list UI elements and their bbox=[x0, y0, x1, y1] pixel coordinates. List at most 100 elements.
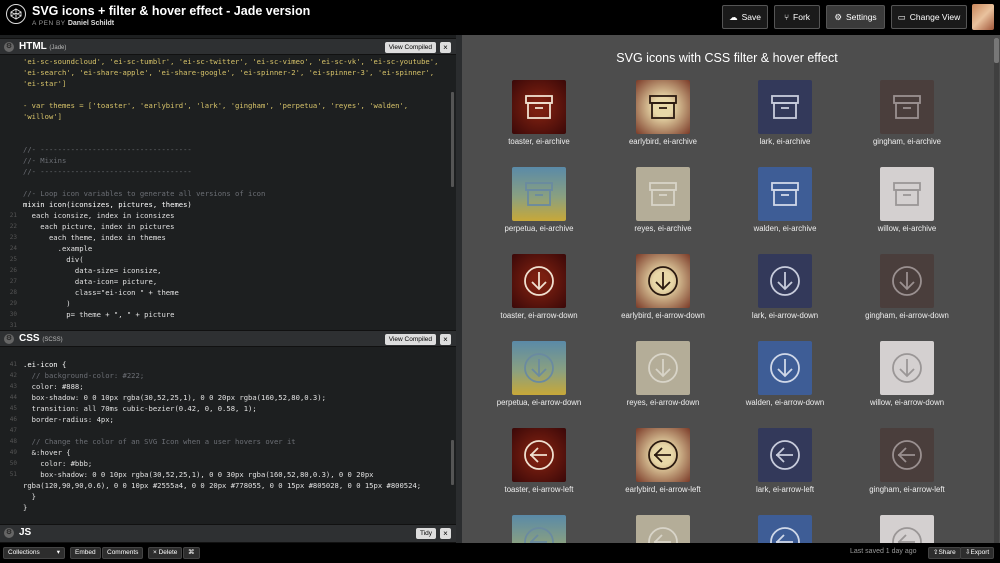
gear-icon: ⚙ bbox=[834, 11, 842, 22]
icon-tile-label: lark, ei-arrow-down bbox=[751, 311, 819, 320]
html-close-icon[interactable]: × bbox=[440, 42, 451, 53]
code-line: //- ----------------------------------- bbox=[0, 166, 456, 177]
save-button[interactable]: ☁ Save bbox=[722, 5, 768, 29]
share-button[interactable]: ⇪Share bbox=[928, 547, 961, 559]
collections-dropdown[interactable]: Collections ▾ bbox=[3, 547, 65, 559]
code-line: 41 .ei-icon { bbox=[0, 359, 456, 370]
icon-tile-label: lark, ei-arrow-left bbox=[755, 485, 815, 494]
code-text: div( bbox=[23, 255, 84, 264]
comments-button[interactable]: Comments bbox=[102, 547, 144, 559]
code-line: 21 each iconsize, index in iconsizes bbox=[0, 210, 456, 221]
code-text: 'ei-search', 'ei-share-apple', 'ei-share… bbox=[23, 68, 435, 77]
icon-tile-reyes-arrow-down[interactable] bbox=[636, 341, 690, 395]
js-tidy-button[interactable]: Tidy bbox=[415, 528, 436, 539]
icon-tile-gingham-arrow-down[interactable] bbox=[880, 254, 934, 308]
icon-tile-label: reyes, ei-arrow-down bbox=[626, 398, 700, 407]
css-settings-gear-icon[interactable]: ⚙ bbox=[4, 334, 14, 344]
code-line: 47 bbox=[0, 425, 456, 436]
embed-button[interactable]: Embed bbox=[70, 547, 101, 559]
icon-tile-toaster-arrow-down[interactable] bbox=[512, 254, 566, 308]
code-line: 29 ) bbox=[0, 298, 456, 309]
delete-button[interactable]: × Delete bbox=[148, 547, 183, 559]
icon-tile-gingham-archive[interactable] bbox=[880, 80, 934, 134]
code-text: .example bbox=[23, 244, 93, 253]
line-number: 49 bbox=[9, 449, 17, 456]
export-button[interactable]: ⇩Export bbox=[960, 547, 995, 559]
code-text: each iconsize, index in iconsizes bbox=[23, 211, 175, 220]
css-editor-scrollbar[interactable] bbox=[451, 440, 454, 485]
arrow-down-icon bbox=[524, 266, 554, 296]
code-text: } bbox=[23, 492, 36, 501]
code-text: data-icon= picture, bbox=[23, 277, 158, 286]
fork-button[interactable]: ⑂ Fork bbox=[774, 5, 820, 29]
icon-tile-perpetua-arrow-left[interactable] bbox=[512, 515, 566, 543]
html-view-compiled-button[interactable]: View Compiled bbox=[384, 42, 436, 53]
icon-tile-lark-arrow-left[interactable] bbox=[758, 428, 812, 482]
code-text: &:hover { bbox=[23, 448, 71, 457]
archive-icon bbox=[649, 182, 677, 206]
icon-tile-perpetua-archive[interactable] bbox=[512, 167, 566, 221]
icon-tile-earlybird-archive[interactable] bbox=[636, 80, 690, 134]
icon-tile-reyes-archive[interactable] bbox=[636, 167, 690, 221]
js-close-icon[interactable]: × bbox=[440, 528, 451, 539]
archive-icon bbox=[893, 95, 921, 119]
html-settings-gear-icon[interactable]: ⚙ bbox=[4, 42, 14, 52]
code-line: 31 bbox=[0, 320, 456, 328]
arrow-left-icon bbox=[648, 440, 678, 470]
code-line: //- ----------------------------------- bbox=[0, 144, 456, 155]
last-saved-status: Last saved 1 day ago bbox=[850, 548, 917, 555]
icon-tile-toaster-arrow-left[interactable] bbox=[512, 428, 566, 482]
code-line: - var themes = ['toaster', 'earlybird', … bbox=[0, 100, 456, 111]
icon-tile-reyes-arrow-left[interactable] bbox=[636, 515, 690, 543]
code-line: mixin icon(iconsizes, pictures, themes) bbox=[0, 199, 456, 210]
html-code-editor[interactable]: 'ei-sc-soundcloud', 'ei-sc-tumblr', 'ei-… bbox=[0, 56, 456, 328]
html-editor-scrollbar[interactable] bbox=[451, 92, 454, 187]
keyboard-shortcuts-button[interactable]: ⌘ bbox=[183, 547, 200, 559]
icon-tile-lark-arrow-down[interactable] bbox=[758, 254, 812, 308]
code-line: 28 class="ei-icon " + theme bbox=[0, 287, 456, 298]
code-line: 49 &:hover { bbox=[0, 447, 456, 458]
code-line: 43 color: #888; bbox=[0, 381, 456, 392]
arrow-left-icon bbox=[770, 440, 800, 470]
user-avatar[interactable] bbox=[972, 4, 994, 30]
icon-tile-earlybird-arrow-down[interactable] bbox=[636, 254, 690, 308]
arrow-left-icon bbox=[892, 440, 922, 470]
css-view-compiled-button[interactable]: View Compiled bbox=[384, 334, 436, 345]
css-code-editor[interactable]: 41 .ei-icon {42 // background-color: #222… bbox=[0, 348, 456, 522]
settings-button[interactable]: ⚙ Settings bbox=[826, 5, 885, 29]
code-line: 27 data-icon= picture, bbox=[0, 276, 456, 287]
icon-tile-willow-arrow-left[interactable] bbox=[880, 515, 934, 543]
icon-tile-toaster-archive[interactable] bbox=[512, 80, 566, 134]
arrow-left-icon bbox=[524, 527, 554, 543]
preview-scrollbar[interactable] bbox=[994, 38, 999, 543]
icon-tile-walden-archive[interactable] bbox=[758, 167, 812, 221]
change-view-button[interactable]: ▭ Change View bbox=[891, 5, 967, 29]
line-number: 25 bbox=[9, 256, 17, 263]
code-text: p= theme + ", " + picture bbox=[23, 310, 175, 319]
preview-scroll-thumb[interactable] bbox=[994, 38, 999, 63]
icon-tile-label: gingham, ei-arrow-down bbox=[865, 311, 949, 320]
icon-tile-willow-arrow-down[interactable] bbox=[880, 341, 934, 395]
icon-tile-perpetua-arrow-down[interactable] bbox=[512, 341, 566, 395]
icon-tile-lark-archive[interactable] bbox=[758, 80, 812, 134]
icon-tile-walden-arrow-left[interactable] bbox=[758, 515, 812, 543]
css-close-icon[interactable]: × bbox=[440, 334, 451, 345]
icon-tile-gingham-arrow-left[interactable] bbox=[880, 428, 934, 482]
line-number: 51 bbox=[9, 471, 17, 478]
codepen-logo-icon[interactable] bbox=[6, 4, 26, 24]
author-name[interactable]: Daniel Schildt bbox=[68, 20, 114, 27]
icon-tile-label: earlybird, ei-archive bbox=[628, 137, 698, 146]
layout-icon: ▭ bbox=[897, 11, 906, 22]
icon-tile-willow-archive[interactable] bbox=[880, 167, 934, 221]
code-line: } bbox=[0, 502, 456, 513]
icon-tile-walden-arrow-down[interactable] bbox=[758, 341, 812, 395]
icon-tile-earlybird-arrow-left[interactable] bbox=[636, 428, 690, 482]
arrow-down-icon bbox=[648, 353, 678, 383]
js-settings-gear-icon[interactable]: ⚙ bbox=[4, 528, 14, 538]
code-line: 26 data-size= iconsize, bbox=[0, 265, 456, 276]
code-text: // Change the color of an SVG Icon when … bbox=[23, 437, 296, 446]
